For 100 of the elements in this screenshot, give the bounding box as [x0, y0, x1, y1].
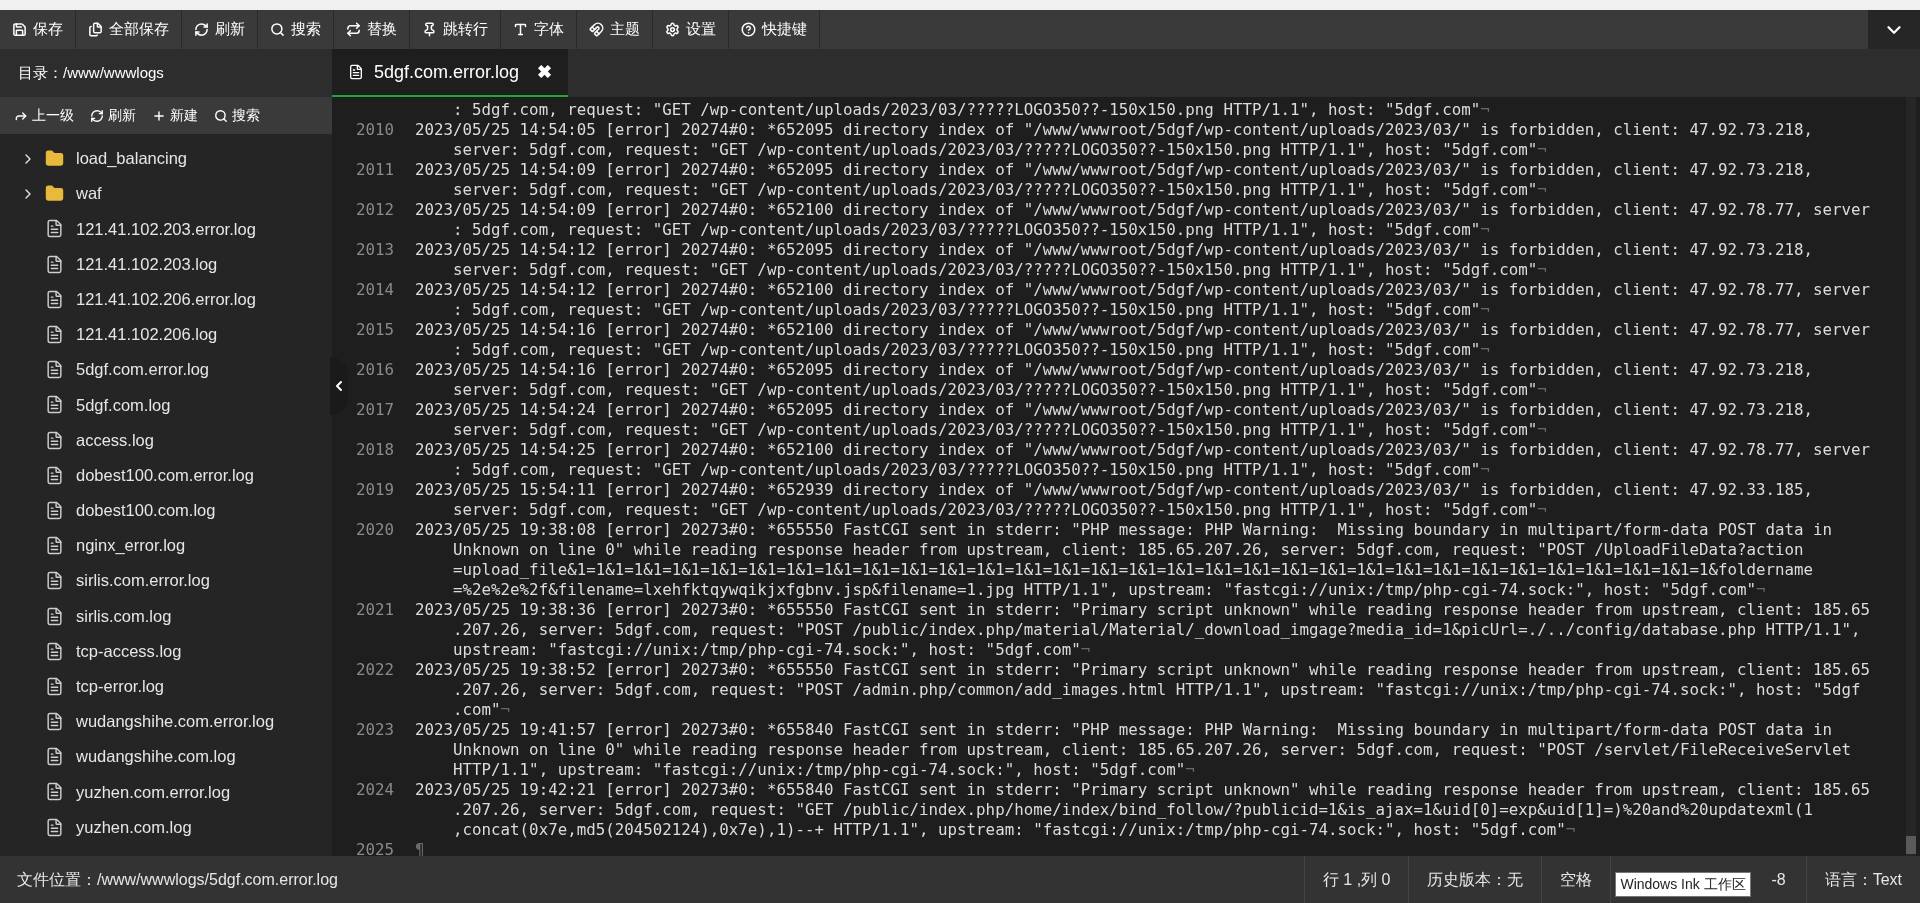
- folder-item[interactable]: load_balancing: [0, 141, 332, 177]
- line-number: 2023: [355, 720, 394, 739]
- sidebar-action-button[interactable]: 新建: [146, 105, 204, 126]
- file-icon: [45, 430, 64, 450]
- code-text: 2023/05/25 19:41:57 [error] 20273#0: *655840 FastCGI sent in stderr: "PHP message: PHP Warning: Missing boundary in multipart/form-data POST data in: [415, 720, 1833, 740]
- close-icon[interactable]: ✖: [537, 58, 553, 86]
- line-end-mark: ¬: [1185, 760, 1195, 780]
- sidebar-action-button[interactable]: 搜索: [208, 105, 266, 126]
- file-item[interactable]: tcp-error.log: [0, 668, 332, 704]
- file-icon: [348, 64, 364, 80]
- status-item[interactable]: 历史版本：无: [1427, 867, 1524, 892]
- file-icon: [45, 395, 64, 415]
- code-text: 2023/05/25 19:38:52 [error] 20273#0: *655550 FastCGI sent in stderr: "Primary script unknown" while reading response header from upstream, client: 185.65: [415, 660, 1871, 680]
- line-number: 2022: [355, 660, 394, 679]
- file-item[interactable]: yuzhen.com.error.log: [0, 774, 332, 810]
- file-icon: [45, 606, 64, 626]
- line-end-mark: ¬: [500, 700, 511, 720]
- search-icon: [214, 108, 228, 123]
- code-text: 2023/05/25 14:54:09 [error] 20274#0: *652100 directory index of "/www/wwwroot/5dgf/wp-content/uploads/2023/03/" is forbidden, client: 47.92.78.77, server: [415, 200, 1871, 220]
- folder-icon: [45, 149, 64, 169]
- file-location: 文件位置：/www/wwwlogs/5dgf.com.error.log: [16, 869, 339, 890]
- line-number: 2011: [355, 160, 394, 179]
- file-icon: [45, 289, 64, 309]
- file-icon: [45, 254, 64, 274]
- file-item[interactable]: 121.41.102.206.log: [0, 316, 332, 353]
- file-item[interactable]: access.log: [0, 422, 332, 458]
- line-number: 2012: [355, 200, 394, 219]
- line-end-mark: ¬: [1080, 640, 1091, 660]
- tooltip: Windows Ink 工作区: [1615, 872, 1751, 897]
- line-end-mark: ¬: [1480, 340, 1490, 360]
- code-text: : 5dgf.com, request: "GET /wp-content/uploads/2023/03/?????LOGO350??-150x150.png HTTP/1.1", host: "5dgf.com": [452, 220, 1481, 240]
- code-text: 2023/05/25 19:42:21 [error] 20273#0: *655840 FastCGI sent in stderr: "Primary script unknown" while reading response header from upstream, client: 185.65: [415, 780, 1871, 800]
- line-end-mark: ¬: [1537, 420, 1547, 440]
- code-text: Unknown on line 0" while reading response header from upstream, client: 185.65.207.26, server: 5dgf.com, request: "POST /servlet/FileReceiveServlet: [452, 740, 1852, 760]
- file-icon: [45, 500, 64, 520]
- refresh-icon: [194, 22, 209, 37]
- code-text: 2023/05/25 14:54:24 [error] 20274#0: *652095 directory index of "/www/wwwroot/5dgf/wp-content/uploads/2023/03/" is forbidden, client: 47.92.73.218,: [415, 400, 1814, 420]
- file-item[interactable]: sirlis.com.error.log: [0, 563, 332, 599]
- file-icon: [45, 712, 64, 732]
- sidebar-action-button[interactable]: 刷新: [84, 105, 142, 126]
- file-icon: [45, 571, 64, 591]
- folder-item[interactable]: waf: [0, 176, 332, 212]
- file-icon: [45, 676, 64, 696]
- directory-path: 目录：/www/wwwlogs: [0, 49, 332, 97]
- collapse-toolbar-button[interactable]: [1868, 10, 1920, 49]
- code-text: 2023/05/25 14:54:16 [error] 20274#0: *652100 directory index of "/www/wwwroot/5dgf/wp-content/uploads/2023/03/" is forbidden, client: 47.92.78.77, server: [415, 320, 1871, 340]
- file-icon: [45, 325, 64, 345]
- code-text: 2023/05/25 14:54:16 [error] 20274#0: *652095 directory index of "/www/wwwroot/5dgf/wp-content/uploads/2023/03/" is forbidden, client: 47.92.73.218,: [415, 360, 1814, 380]
- code-text: upstream: "fastcgi://unix:/tmp/php-cgi-74.sock:", host: "5dgf.com": [452, 640, 1081, 660]
- file-item[interactable]: 121.41.102.203.log: [0, 246, 332, 282]
- line-number: 2018: [355, 440, 394, 459]
- file-item[interactable]: 5dgf.com.error.log: [0, 352, 332, 388]
- file-icon: [45, 817, 64, 837]
- editor-tab[interactable]: 5dgf.com.error.log ✖: [332, 49, 569, 97]
- files-icon: [88, 22, 103, 37]
- code-text: server: 5dgf.com, request: "GET /wp-content/uploads/2023/03/?????LOGO350??-150x150.png HTTP/1.1", host: "5dgf.com": [452, 140, 1538, 160]
- line-end-mark: ¬: [1756, 580, 1766, 600]
- line-number: 2021: [355, 600, 394, 619]
- file-icon: [45, 747, 64, 767]
- status-item[interactable]: 语言：Text: [1824, 867, 1902, 892]
- file-icon: [45, 360, 64, 380]
- file-item[interactable]: 121.41.102.203.error.log: [0, 211, 332, 247]
- collapse-sidebar-button[interactable]: [330, 357, 348, 415]
- magnet-icon: [589, 22, 604, 37]
- code-text: 2023/05/25 14:54:12 [error] 20274#0: *652095 directory index of "/www/wwwroot/5dgf/wp-content/uploads/2023/03/" is forbidden, client: 47.92.73.218,: [415, 240, 1814, 260]
- file-item[interactable]: tcp-access.log: [0, 633, 332, 669]
- file-item[interactable]: wudangshihe.com.error.log: [0, 704, 332, 740]
- line-end-mark: ¬: [1480, 460, 1490, 480]
- file-icon: [45, 641, 64, 661]
- code-text: =%2e%2e%2f&filename=lxehfktqywqikjxfgbnv.jsp&filename=1.jpg HTTP/1.1", upstream: "fastcgi://unix:/tmp/php-cgi-74.sock:", host: "5dgf.com": [452, 580, 1756, 600]
- file-item[interactable]: wudangshihe.com.log: [0, 739, 332, 775]
- file-icon: [45, 465, 64, 485]
- file-icon: [45, 536, 64, 556]
- file-item[interactable]: nginx_error.log: [0, 528, 332, 564]
- file-item[interactable]: yuzhen.com.log: [0, 809, 332, 845]
- file-item[interactable]: 121.41.102.206.error.log: [0, 281, 332, 317]
- line-end-mark: ¬: [1537, 140, 1547, 160]
- line-number: 2024: [355, 780, 394, 799]
- settings-icon: [665, 22, 680, 37]
- code-text: server: 5dgf.com, request: "GET /wp-content/uploads/2023/03/?????LOGO350??-150x150.png HTTP/1.1", host: "5dgf.com": [452, 380, 1538, 400]
- status-item[interactable]: 行 1 ,列 0: [1322, 867, 1391, 892]
- line-end-mark: ¬: [1537, 180, 1547, 200]
- file-item[interactable]: sirlis.com.log: [0, 598, 332, 634]
- code-text: 2023/05/25 19:38:36 [error] 20273#0: *655550 FastCGI sent in stderr: "Primary script unknown" while reading response header from upstream, client: 185.65: [415, 600, 1871, 620]
- line-number: 2010: [355, 120, 394, 139]
- letter-t-icon: [513, 22, 528, 37]
- status-item[interactable]: -8: [1771, 867, 1786, 892]
- file-icon: [45, 219, 64, 239]
- line-end-mark: ¬: [1537, 380, 1547, 400]
- line-end-mark: ¬: [1480, 100, 1490, 120]
- pin-icon: [422, 22, 437, 37]
- file-item[interactable]: dobest100.com.log: [0, 492, 332, 529]
- file-icon: [45, 782, 64, 802]
- sidebar-action-button[interactable]: 上一级: [8, 105, 80, 126]
- file-item[interactable]: dobest100.com.error.log: [0, 457, 332, 493]
- file-item[interactable]: 5dgf.com.log: [0, 387, 332, 423]
- code-text: 2023/05/25 15:54:11 [error] 20274#0: *652939 directory index of "/www/wwwroot/5dgf/wp-content/uploads/2023/03/" is forbidden, client: 47.92.33.185,: [415, 480, 1814, 500]
- code-text: : 5dgf.com, request: "GET /wp-content/uploads/2023/03/?????LOGO350??-150x150.png HTTP/1.1", host: "5dgf.com": [452, 100, 1481, 120]
- status-item[interactable]: 空格: [1560, 867, 1593, 892]
- code-text: 2023/05/25 14:54:09 [error] 20274#0: *652095 directory index of "/www/wwwroot/5dgf/wp-content/uploads/2023/03/" is forbidden, client: 47.92.73.218,: [415, 160, 1814, 180]
